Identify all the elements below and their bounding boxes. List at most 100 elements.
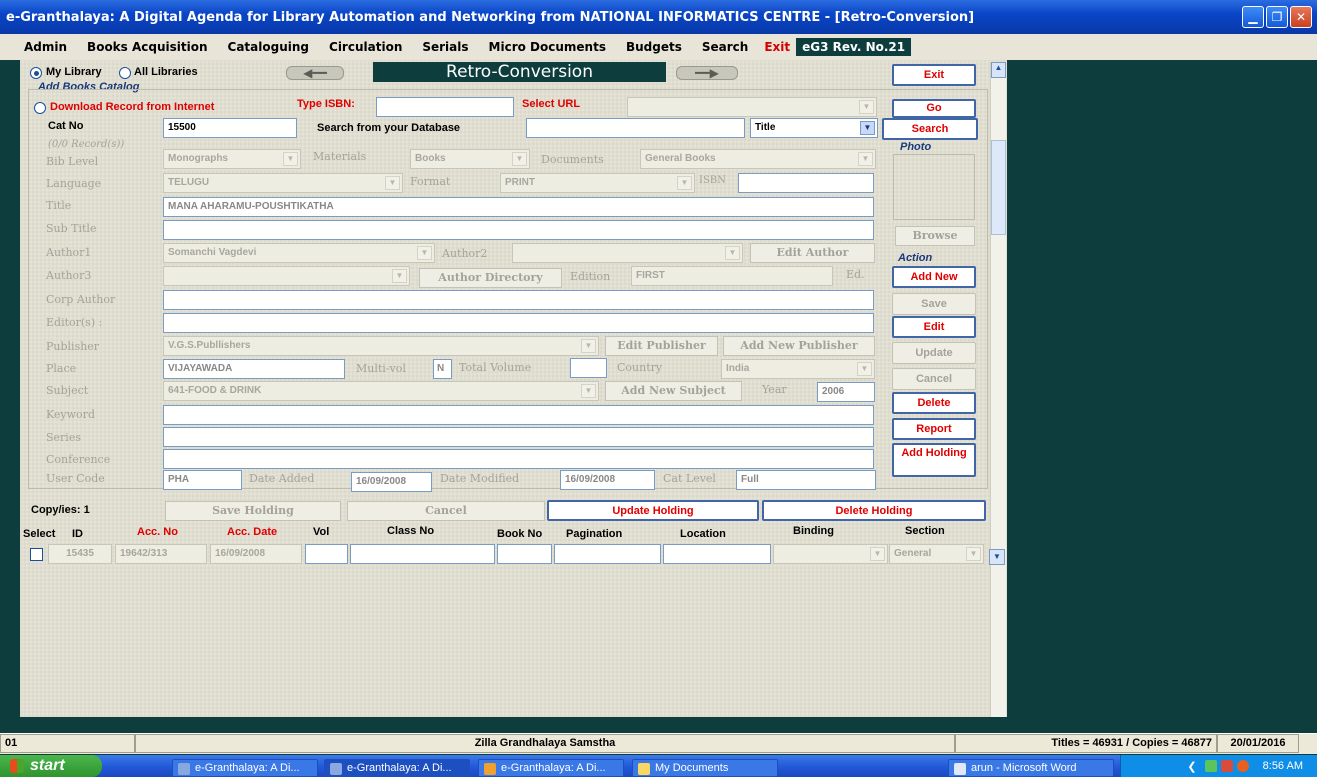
taskbar-item-egranthalaya-2[interactable]: e-Granthalaya: A Di... [324,759,470,777]
edit-author-button[interactable]: Edit Author [750,243,875,263]
next-record-button[interactable]: ━━▶ [676,66,738,80]
window-title-bar[interactable]: e-Granthalaya: A Digital Agenda for Libr… [0,0,1317,34]
report-button[interactable]: Report [892,418,976,440]
menu-cataloguing[interactable]: Cataloguing [218,40,319,54]
documents-dropdown[interactable]: General Books ▼ [640,149,876,169]
cancel-button[interactable]: Cancel [892,368,976,390]
my-library-radio[interactable] [30,67,42,79]
edit-button[interactable]: Edit [892,316,976,338]
delete-button[interactable]: Delete [892,392,976,414]
author3-dropdown[interactable]: ▼ [163,266,410,286]
editors-input[interactable] [163,313,874,333]
menu-search[interactable]: Search [692,40,758,54]
holding-select-checkbox[interactable] [30,548,43,561]
language-dropdown[interactable]: TELUGU ▼ [163,173,403,193]
add-new-publisher-button[interactable]: Add New Publisher [723,336,875,356]
type-isbn-input[interactable] [376,97,514,117]
holding-location[interactable] [663,544,771,564]
start-button[interactable]: start [0,755,102,777]
all-libraries-radio[interactable] [119,67,131,79]
add-holding-button[interactable]: Add Holding [892,443,976,477]
taskbar-item-egranthalaya-3[interactable]: e-Granthalaya: A Di... [478,759,624,777]
network-icon[interactable] [1204,760,1217,772]
chevron-left-icon[interactable]: ❮ [1187,760,1196,773]
clock[interactable]: 8:56 AM [1263,760,1303,772]
status-library-name: Zilla Grandhalaya Samstha [135,734,955,753]
chevron-down-icon: ▼ [858,152,873,166]
holding-acc-no[interactable]: 19642/313 [115,544,207,564]
menu-books-acquisition[interactable]: Books Acquisition [77,40,217,54]
delete-holding-button[interactable]: Delete Holding [762,500,986,521]
taskbar-item-egranthalaya-1[interactable]: e-Granthalaya: A Di... [172,759,318,777]
minimize-button[interactable]: ▁ [1242,6,1264,28]
taskbar-item-word[interactable]: arun - Microsoft Word [948,759,1114,777]
holding-pagination[interactable] [554,544,661,564]
format-dropdown[interactable]: PRINT ▼ [500,173,695,193]
menu-circulation[interactable]: Circulation [319,40,412,54]
taskbar-item-my-documents[interactable]: My Documents [632,759,778,777]
scroll-thumb[interactable] [991,140,1006,235]
user-code-input[interactable]: PHA [163,470,242,490]
edit-publisher-button[interactable]: Edit Publisher [605,336,718,356]
author1-dropdown[interactable]: Somanchi Vagdevi ▼ [163,243,435,263]
publisher-dropdown[interactable]: V.G.S.Publlishers ▼ [163,336,599,356]
browse-photo-button[interactable]: Browse [895,226,975,246]
holding-book-no[interactable] [497,544,552,564]
antivirus-icon[interactable] [1236,760,1249,772]
series-label: Series [46,431,81,444]
holding-binding-dropdown[interactable]: ▼ [773,544,888,564]
restore-button[interactable]: ❐ [1266,6,1288,28]
multivol-input[interactable]: N [433,359,452,379]
corp-author-input[interactable] [163,290,874,310]
keyword-input[interactable] [163,405,874,425]
search-db-input[interactable] [526,118,745,138]
country-dropdown[interactable]: India ▼ [721,359,875,379]
menu-micro-documents[interactable]: Micro Documents [479,40,616,54]
conference-input[interactable] [163,449,874,469]
bib-level-dropdown[interactable]: Monographs ▼ [163,149,301,169]
search-field-dropdown[interactable]: Title ▼ [750,118,878,138]
total-volume-input[interactable] [570,358,607,378]
menu-admin[interactable]: Admin [0,40,77,54]
subject-dropdown[interactable]: 641-FOOD & DRINK ▼ [163,381,599,401]
menu-exit[interactable]: Exit [758,40,796,54]
edition-input[interactable]: FIRST [631,266,833,286]
exit-button[interactable]: Exit [892,64,976,86]
menu-budgets[interactable]: Budgets [616,40,692,54]
download-internet-radio[interactable] [34,102,46,114]
date-modified-input[interactable]: 16/09/2008 [560,470,655,490]
search-button[interactable]: Search [882,118,978,140]
security-icon[interactable] [1220,760,1233,772]
app-icon [178,763,190,775]
subtitle-input[interactable] [163,220,874,240]
cat-no-input[interactable]: 15500 [163,118,297,138]
add-new-subject-button[interactable]: Add New Subject [605,381,742,401]
series-input[interactable] [163,427,874,447]
update-button[interactable]: Update [892,342,976,364]
author-directory-button[interactable]: Author Directory [419,268,562,288]
title-input[interactable]: MANA AHARAMU-POUSHTIKATHA [163,197,874,217]
holding-vol[interactable] [305,544,348,564]
holding-acc-date[interactable]: 16/09/2008 [210,544,302,564]
holdings-scroll-down[interactable]: ▼ [989,549,1005,565]
close-window-button[interactable]: ✕ [1290,6,1312,28]
add-new-button[interactable]: Add New [892,266,976,288]
menu-serials[interactable]: Serials [412,40,478,54]
date-added-input[interactable]: 16/09/2008 [351,472,432,492]
year-input[interactable]: 2006 [817,382,875,402]
go-button[interactable]: Go [892,99,976,118]
holding-class-no[interactable] [350,544,495,564]
author2-dropdown[interactable]: ▼ [512,243,743,263]
cat-level-input[interactable]: Full [736,470,876,490]
save-button[interactable]: Save [892,293,976,315]
save-holding-button[interactable]: Save Holding [165,501,341,521]
scroll-up-button[interactable]: ▲ [991,62,1006,78]
materials-dropdown[interactable]: Books ▼ [410,149,530,169]
place-input[interactable]: VIJAYAWADA [163,359,345,379]
cancel-holding-button[interactable]: Cancel [347,501,545,521]
holding-section-dropdown[interactable]: General ▼ [889,544,984,564]
previous-record-button[interactable]: ◀━━ [286,66,344,80]
isbn-input[interactable] [738,173,874,193]
update-holding-button[interactable]: Update Holding [547,500,759,521]
select-url-dropdown[interactable]: ▼ [627,97,877,117]
